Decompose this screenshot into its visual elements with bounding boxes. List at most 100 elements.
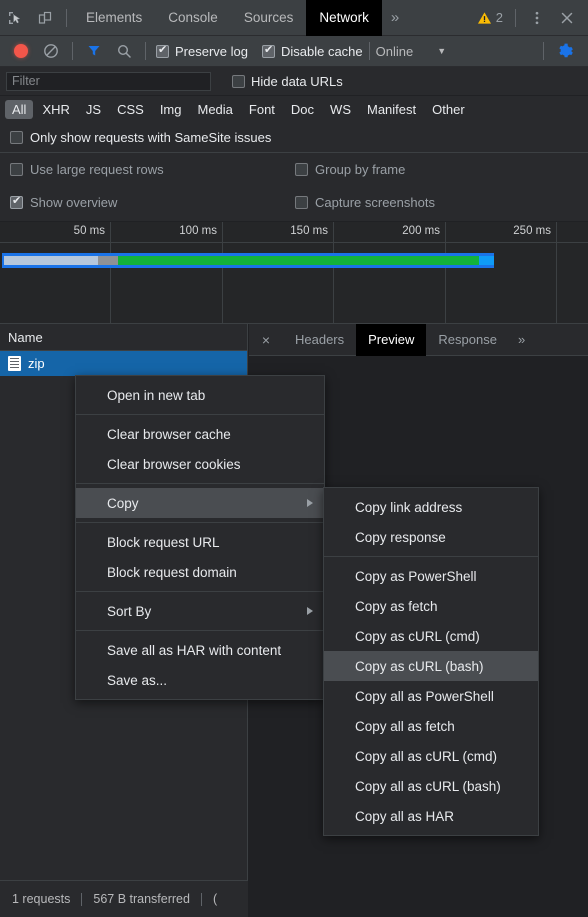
warning-badge[interactable]: 2: [471, 10, 509, 25]
menu-item-copy-as-fetch[interactable]: Copy as fetch: [324, 591, 538, 621]
tab-network[interactable]: Network: [306, 0, 382, 36]
samesite-checkbox-box: [10, 131, 23, 144]
filter-funnel-icon[interactable]: [79, 36, 109, 66]
detail-more-tabs-icon[interactable]: »: [509, 324, 534, 356]
menu-item-sort-by[interactable]: Sort By: [76, 596, 324, 626]
disable-cache-checkbox[interactable]: Disable cache: [261, 43, 363, 59]
filter-input[interactable]: [6, 71, 211, 91]
menu-item-clear-browser-cache[interactable]: Clear browser cache: [76, 419, 324, 449]
table-row[interactable]: zip: [0, 351, 247, 376]
hide-data-urls-label: Hide data URLs: [251, 73, 343, 89]
inspect-element-icon[interactable]: [0, 3, 30, 33]
copy-submenu[interactable]: Copy link address Copy response Copy as …: [323, 487, 539, 836]
tab-preview[interactable]: Preview: [356, 323, 427, 356]
tab-headers[interactable]: Headers: [283, 324, 356, 356]
capture-screenshots-checkbox[interactable]: Capture screenshots: [295, 195, 435, 210]
overview-tick-label-5: 250 ms: [513, 225, 551, 237]
throttling-dropdown[interactable]: Online ▼: [376, 44, 447, 59]
menu-item-save-all-as-har[interactable]: Save all as HAR with content: [76, 635, 324, 665]
hide-data-urls-checkbox[interactable]: Hide data URLs: [232, 74, 343, 89]
tab-response[interactable]: Response: [426, 324, 509, 356]
type-filter-img[interactable]: Img: [153, 100, 189, 119]
type-filter-other[interactable]: Other: [425, 100, 472, 119]
menu-item-copy-as-curl-bash[interactable]: Copy as cURL (bash): [324, 651, 538, 681]
more-options-icon[interactable]: [522, 3, 552, 33]
type-filter-ws[interactable]: WS: [323, 100, 358, 119]
disable-cache-checkbox-box: [261, 44, 275, 58]
disable-cache-label: Disable cache: [280, 43, 363, 59]
gear-icon[interactable]: [550, 36, 580, 66]
warning-count: 2: [495, 10, 503, 25]
settings-row-2: Show overview Capture screenshots: [0, 186, 588, 219]
menu-item-block-request-url[interactable]: Block request URL: [76, 527, 324, 557]
request-name: zip: [28, 356, 45, 371]
menu-item-copy-as-curl-cmd[interactable]: Copy as cURL (cmd): [324, 621, 538, 651]
menu-separator-3: [76, 522, 324, 523]
record-icon[interactable]: [6, 36, 36, 66]
close-icon[interactable]: [552, 3, 582, 33]
search-icon[interactable]: [109, 36, 139, 66]
type-filter-manifest[interactable]: Manifest: [360, 100, 423, 119]
menu-item-clear-browser-cookies[interactable]: Clear browser cookies: [76, 449, 324, 479]
type-filter-js[interactable]: JS: [79, 100, 108, 119]
samesite-filter-row[interactable]: Only show requests with SameSite issues: [0, 123, 588, 153]
more-tabs-icon[interactable]: »: [382, 9, 408, 26]
menu-separator-4: [76, 591, 324, 592]
tab-console[interactable]: Console: [155, 0, 231, 36]
overview-tick-label-4: 200 ms: [402, 225, 440, 237]
toolbar-divider-3: [368, 42, 370, 60]
network-settings-rows: Use large request rows Group by frame Sh…: [0, 153, 588, 221]
tab-elements[interactable]: Elements: [73, 0, 155, 36]
resource-type-filters: All XHR JS CSS Img Media Font Doc WS Man…: [0, 96, 588, 123]
status-divider-2: [200, 892, 202, 906]
device-toolbar-icon[interactable]: [30, 3, 60, 33]
chevron-down-icon: ▼: [437, 46, 447, 56]
type-filter-xhr[interactable]: XHR: [35, 100, 76, 119]
type-filter-media[interactable]: Media: [190, 100, 239, 119]
menu-item-save-as[interactable]: Save as...: [76, 665, 324, 695]
menu-item-sort-by-label: Sort By: [107, 603, 152, 619]
samesite-label: Only show requests with SameSite issues: [30, 130, 272, 145]
type-filter-all[interactable]: All: [5, 100, 34, 119]
show-overview-checkbox[interactable]: Show overview: [0, 195, 295, 210]
menu-item-copy-label: Copy: [107, 495, 139, 511]
menu-item-copy[interactable]: Copy: [76, 488, 324, 518]
type-filter-doc[interactable]: Doc: [284, 100, 321, 119]
menu-item-copy-all-as-har[interactable]: Copy all as HAR: [324, 801, 538, 831]
requests-column-header-name[interactable]: Name: [0, 324, 247, 351]
detail-close-icon[interactable]: ×: [249, 332, 283, 348]
context-menu[interactable]: Open in new tab Clear browser cache Clea…: [75, 375, 325, 700]
preserve-log-checkbox[interactable]: Preserve log: [156, 44, 248, 59]
menu-item-copy-all-as-curl-cmd[interactable]: Copy all as cURL (cmd): [324, 741, 538, 771]
devtools-tabbar: Elements Console Sources Network » 2: [0, 0, 588, 36]
menu-separator-1: [76, 414, 324, 415]
overview-tick-label-2: 100 ms: [179, 225, 217, 237]
menu-item-copy-all-as-fetch[interactable]: Copy all as fetch: [324, 711, 538, 741]
toolbar-divider-1: [72, 42, 73, 60]
menu-item-open-in-new-tab[interactable]: Open in new tab: [76, 380, 324, 410]
menu-item-copy-response[interactable]: Copy response: [324, 522, 538, 552]
group-by-frame-checkbox[interactable]: Group by frame: [295, 162, 405, 177]
status-transferred: 567 B transferred: [93, 892, 190, 906]
submenu-arrow-icon-sort: [307, 607, 313, 615]
menu-item-block-request-domain[interactable]: Block request domain: [76, 557, 324, 587]
menu-item-copy-link-address[interactable]: Copy link address: [324, 492, 538, 522]
submenu-arrow-icon: [307, 499, 313, 507]
status-requests-count: 1 requests: [12, 892, 71, 906]
network-toolbar: Preserve log Disable cache Online ▼: [0, 36, 588, 67]
tab-sources[interactable]: Sources: [231, 0, 307, 36]
capture-screenshots-checkbox-box: [295, 196, 308, 209]
menu-item-copy-all-as-curl-bash[interactable]: Copy all as cURL (bash): [324, 771, 538, 801]
type-filter-css[interactable]: CSS: [110, 100, 151, 119]
type-filter-font[interactable]: Font: [242, 100, 282, 119]
clear-icon[interactable]: [36, 36, 66, 66]
menu-item-copy-as-powershell[interactable]: Copy as PowerShell: [324, 561, 538, 591]
show-overview-label: Show overview: [30, 195, 118, 210]
group-by-frame-checkbox-box: [295, 163, 308, 176]
menu-item-copy-all-as-powershell[interactable]: Copy all as PowerShell: [324, 681, 538, 711]
waterfall-segment-waiting: [479, 256, 494, 265]
use-large-request-rows-checkbox[interactable]: Use large request rows: [0, 162, 295, 177]
network-overview[interactable]: 50 ms 100 ms 150 ms 200 ms 250 ms: [0, 222, 588, 324]
copy-submenu-separator-1: [324, 556, 538, 557]
tabbar-divider: [66, 8, 67, 27]
